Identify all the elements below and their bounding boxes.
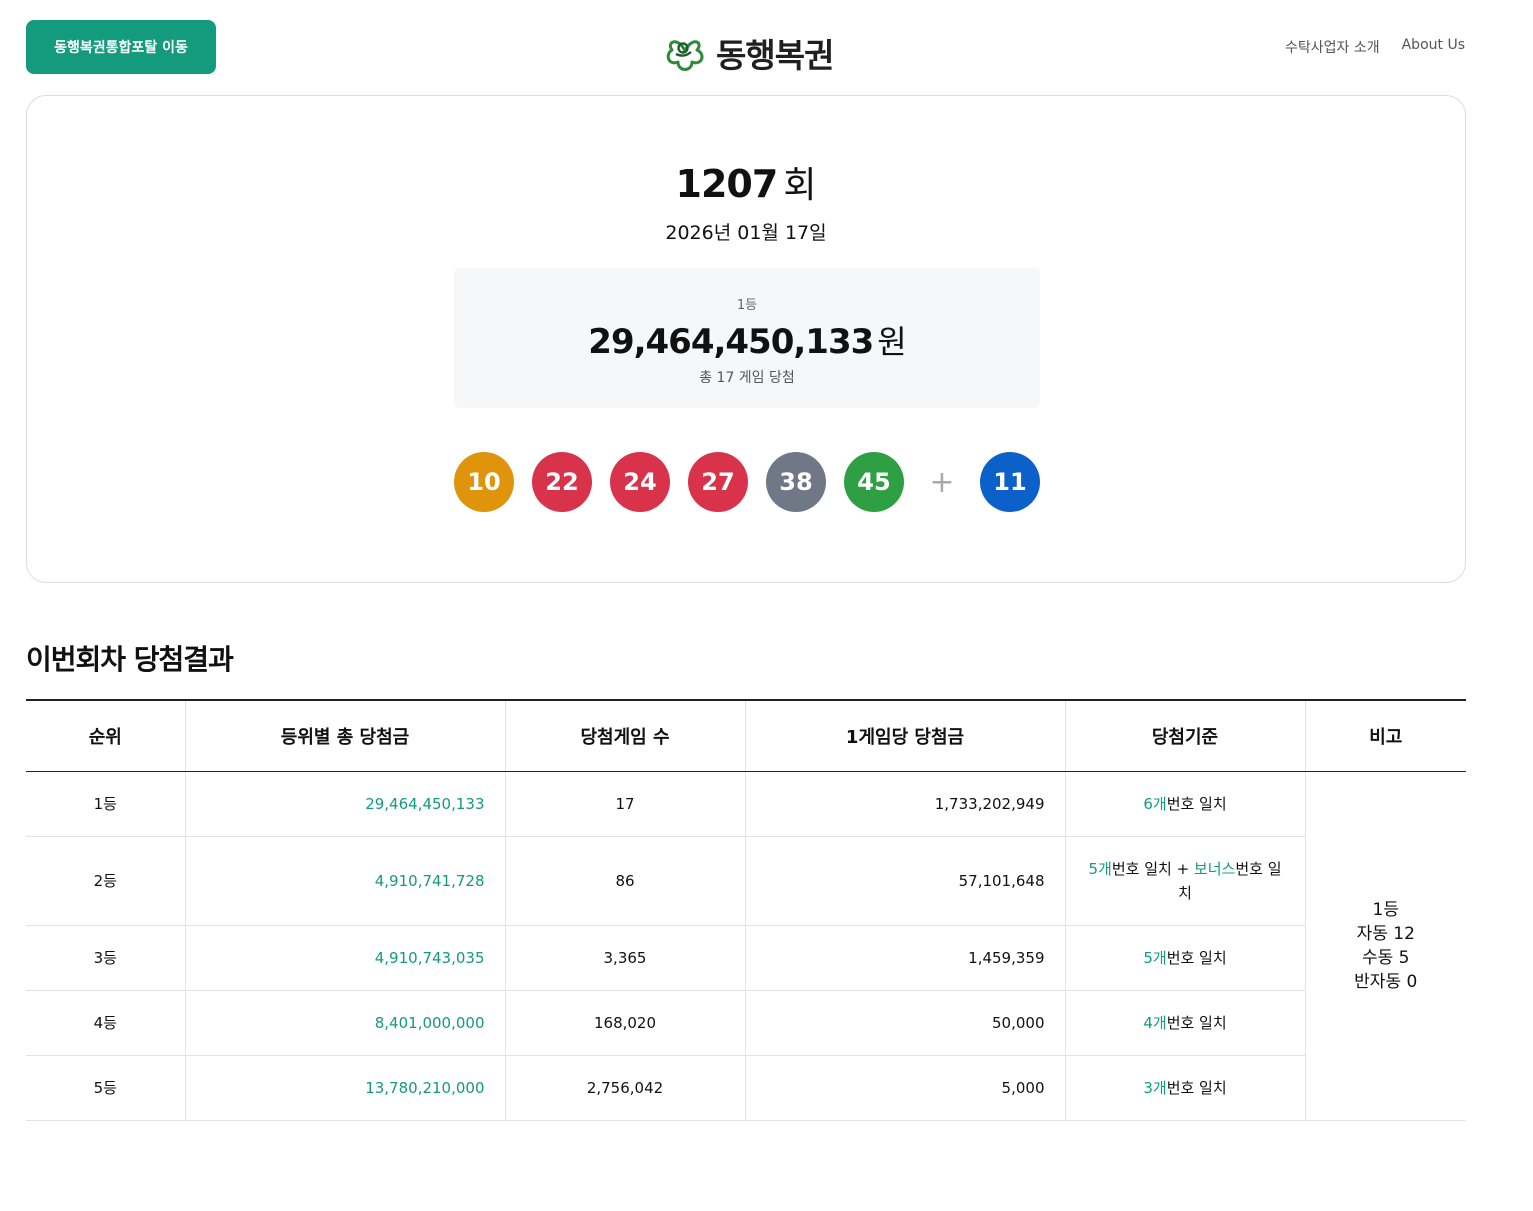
cell-winning-games: 2,756,042 (505, 1055, 746, 1121)
prize-amount-value: 29,464,450,133 (588, 322, 874, 362)
round-unit: 회 (783, 165, 817, 206)
portal-link-button[interactable]: 동행복권통합포탈 이동 (26, 20, 216, 74)
cell-rank: 3등 (26, 925, 186, 991)
note-line: 1등 (1372, 899, 1399, 920)
header-per-game-prize: 1게임당 당첨금 (745, 700, 1066, 772)
site-logo[interactable]: 동행복권 (664, 31, 834, 75)
criteria-count: 3개 (1143, 1078, 1167, 1097)
cell-criteria: 3개번호 일치 (1065, 1055, 1306, 1121)
cell-per-game-prize: 1,733,202,949 (745, 771, 1066, 837)
cell-winning-games: 3,365 (505, 925, 746, 991)
logo-text: 동행복권 (716, 36, 834, 75)
cell-rank: 1등 (26, 771, 186, 837)
cell-criteria: 4개번호 일치 (1065, 990, 1306, 1056)
cell-rank: 4등 (26, 990, 186, 1056)
cell-criteria: 5개번호 일치 + 보너스번호 일치 (1065, 836, 1306, 926)
cell-rank: 5등 (26, 1055, 186, 1121)
cell-winning-games: 17 (505, 771, 746, 837)
cell-total-prize: 8,401,000,000 (185, 990, 506, 1056)
criteria-text: 번호 일치 (1166, 1013, 1227, 1032)
prize-rank: 1등 (736, 298, 758, 313)
cell-total-prize: 4,910,743,035 (185, 925, 506, 991)
nav-link-about[interactable]: About Us (1402, 37, 1465, 57)
table-row: 5등 13,780,210,000 2,756,042 5,000 3개번호 일… (26, 1055, 1466, 1121)
table-row: 3등 4,910,743,035 3,365 1,459,359 5개번호 일치 (26, 925, 1466, 991)
cell-total-prize: 13,780,210,000 (185, 1055, 506, 1121)
cell-total-prize: 4,910,741,728 (185, 836, 506, 926)
criteria-count: 6개 (1143, 794, 1167, 813)
table-row: 1등 29,464,450,133 17 1,733,202,949 6개번호 … (26, 771, 1466, 1121)
round-title: 1207 회 (27, 156, 1465, 208)
round-number: 1207 (675, 162, 779, 206)
prize-winners: 총 17 게임 당첨 (699, 370, 795, 386)
prize-currency: 원 (877, 323, 906, 361)
cell-note: 1등 자동 12 수동 5 반자동 0 (1305, 771, 1466, 1121)
cell-per-game-prize: 57,101,648 (745, 836, 1066, 926)
nav-link-trustee[interactable]: 수탁사업자 소개 (1285, 37, 1380, 57)
criteria-text: 번호 일치 + (1111, 859, 1194, 878)
note-line: 반자동 0 (1354, 971, 1418, 992)
bonus-ball: 11 (980, 452, 1040, 512)
number-ball: 10 (454, 452, 514, 512)
criteria-bonus: 보너스 (1193, 859, 1236, 878)
cell-per-game-prize: 1,459,359 (745, 925, 1066, 991)
results-table: 순위 등위별 총 당첨금 당첨게임 수 1게임당 당첨금 당첨기준 비고 1등 … (26, 699, 1466, 1121)
table-header-row: 순위 등위별 총 당첨금 당첨게임 수 1게임당 당첨금 당첨기준 비고 (26, 700, 1466, 772)
draw-result-card: 1207 회 2026년 01월 17일 1등 29,464,450,133 원 총… (26, 95, 1466, 583)
header-criteria: 당첨기준 (1065, 700, 1306, 772)
cell-per-game-prize: 50,000 (745, 990, 1066, 1056)
header-total-prize: 등위별 총 당첨금 (185, 700, 506, 772)
criteria-text: 번호 일치 (1166, 794, 1227, 813)
criteria-text: 번호 일치 (1166, 948, 1227, 967)
criteria-count: 5개 (1143, 948, 1167, 967)
cell-criteria: 5개번호 일치 (1065, 925, 1306, 991)
cell-per-game-prize: 5,000 (745, 1055, 1066, 1121)
prize-amount: 29,464,450,133 원 (454, 317, 1040, 363)
number-ball: 24 (610, 452, 670, 512)
header-rank: 순위 (26, 700, 186, 772)
plus-icon: + (929, 464, 955, 500)
cell-rank: 2등 (26, 836, 186, 926)
criteria-count: 4개 (1143, 1013, 1167, 1032)
top-nav: 수탁사업자 소개 About Us (1285, 37, 1465, 57)
note-line: 자동 12 (1356, 923, 1415, 944)
cell-total-prize: 29,464,450,133 (185, 771, 506, 837)
criteria-count: 5개 (1088, 859, 1112, 878)
number-ball: 38 (766, 452, 826, 512)
header-note: 비고 (1305, 700, 1466, 772)
table-row: 2등 4,910,741,728 86 57,101,648 5개번호 일치 +… (26, 836, 1466, 926)
draw-date: 2026년 01월 17일 (665, 222, 827, 244)
header-winning-games: 당첨게임 수 (505, 700, 746, 772)
clover-logo-icon (666, 40, 704, 71)
cell-winning-games: 168,020 (505, 990, 746, 1056)
number-ball: 27 (688, 452, 748, 512)
criteria-text: 번호 일치 (1166, 1078, 1227, 1097)
number-ball: 45 (844, 452, 904, 512)
cell-winning-games: 86 (505, 836, 746, 926)
table-row: 4등 8,401,000,000 168,020 50,000 4개번호 일치 (26, 990, 1466, 1056)
results-section-title: 이번회차 당첨결과 (26, 643, 234, 676)
note-line: 수동 5 (1362, 947, 1410, 968)
cell-criteria: 6개번호 일치 (1065, 771, 1306, 837)
first-prize-box: 1등 29,464,450,133 원 총 17 게임 당첨 (454, 268, 1040, 408)
number-ball: 22 (532, 452, 592, 512)
